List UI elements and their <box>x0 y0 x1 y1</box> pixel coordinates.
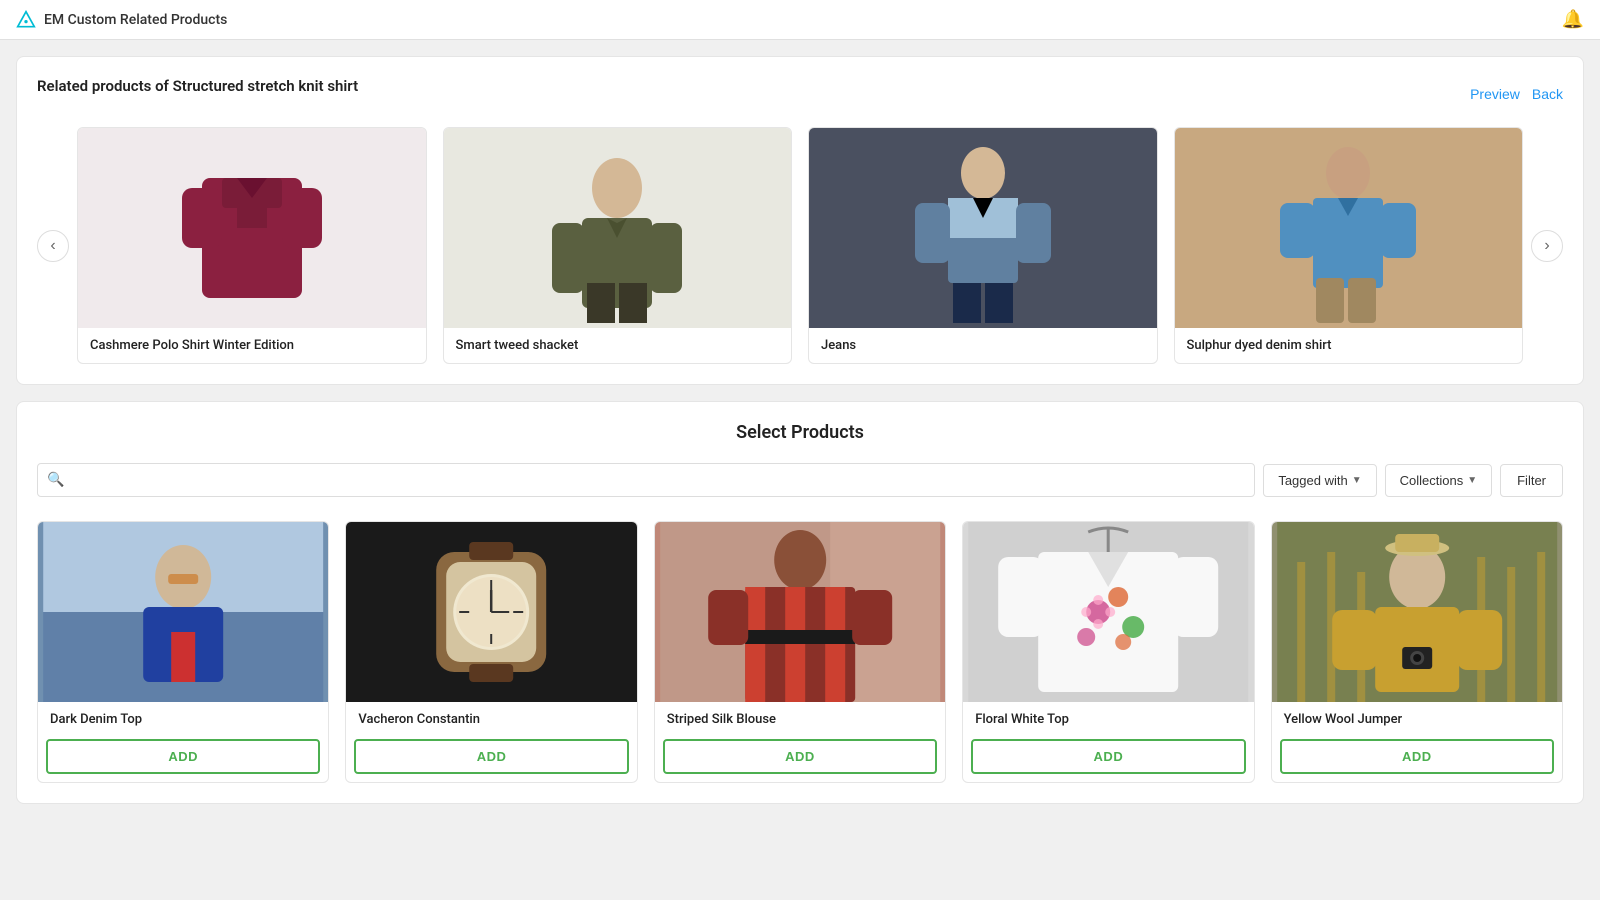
related-products-card: Related products of Structured stretch k… <box>16 56 1584 385</box>
grid-product-card: Yellow Wool Jumper ADD <box>1271 521 1563 783</box>
app-title: EM Custom Related Products <box>44 12 227 28</box>
card-header: Related products of Structured stretch k… <box>37 77 1563 111</box>
search-input[interactable] <box>37 463 1255 497</box>
related-product-image-3 <box>809 128 1157 328</box>
topbar-left: EM Custom Related Products <box>16 10 227 30</box>
grid-product-name-sp1: Dark Denim Top <box>38 702 328 733</box>
filter-button[interactable]: Filter <box>1500 464 1563 497</box>
topbar: EM Custom Related Products 🔔 <box>0 0 1600 40</box>
add-button-sp3[interactable]: ADD <box>663 739 937 774</box>
search-filter-row: 🔍 Tagged with ▼ Collections ▼ Filter <box>37 463 1563 497</box>
product-image-sp3 <box>655 522 945 702</box>
product-illustration-1 <box>162 128 342 328</box>
carousel-next-button[interactable]: › <box>1531 230 1563 262</box>
related-product-name-2: Smart tweed shacket <box>444 328 792 363</box>
grid-product-name-sp2: Vacheron Constantin <box>346 702 636 733</box>
sp1-illustration <box>38 522 328 702</box>
select-products-title: Select Products <box>37 422 1563 443</box>
grid-product-card: Vacheron Constantin ADD <box>345 521 637 783</box>
related-product-card: Cashmere Polo Shirt Winter Edition <box>77 127 427 364</box>
product-illustration-4 <box>1258 128 1438 328</box>
tagged-with-label: Tagged with <box>1278 473 1347 488</box>
related-product-image-4 <box>1175 128 1523 328</box>
product-illustration-3 <box>893 128 1073 328</box>
product-image-sp5 <box>1272 522 1562 702</box>
grid-product-name-sp3: Striped Silk Blouse <box>655 702 945 733</box>
add-button-sp5[interactable]: ADD <box>1280 739 1554 774</box>
related-product-name-4: Sulphur dyed denim shirt <box>1175 328 1523 363</box>
add-button-sp1[interactable]: ADD <box>46 739 320 774</box>
grid-product-name-sp5: Yellow Wool Jumper <box>1272 702 1562 733</box>
related-product-name-1: Cashmere Polo Shirt Winter Edition <box>78 328 426 363</box>
related-product-card: Jeans <box>808 127 1158 364</box>
related-product-name-3: Jeans <box>809 328 1157 363</box>
sp4-illustration <box>963 522 1253 702</box>
add-button-sp4[interactable]: ADD <box>971 739 1245 774</box>
grid-product-name-sp4: Floral White Top <box>963 702 1253 733</box>
product-image-sp1 <box>38 522 328 702</box>
products-grid: Dark Denim Top ADD <box>37 521 1563 783</box>
carousel-track: Cashmere Polo Shirt Winter Edition <box>69 127 1531 364</box>
carousel-prev-button[interactable]: ‹ <box>37 230 69 262</box>
product-illustration-2 <box>527 128 707 328</box>
related-product-image-2 <box>444 128 792 328</box>
sp3-illustration <box>655 522 945 702</box>
tagged-with-button[interactable]: Tagged with ▼ <box>1263 464 1376 497</box>
app-logo-icon <box>16 10 36 30</box>
tagged-with-chevron-icon: ▼ <box>1352 475 1362 486</box>
product-image-sp2 <box>346 522 636 702</box>
search-box: 🔍 <box>37 463 1255 497</box>
carousel-wrapper: ‹ <box>37 127 1563 364</box>
grid-product-card: Dark Denim Top ADD <box>37 521 329 783</box>
sp2-illustration <box>346 522 636 702</box>
card-actions: Preview Back <box>1470 86 1563 102</box>
search-icon: 🔍 <box>47 472 64 488</box>
related-products-title: Related products of Structured stretch k… <box>37 77 358 95</box>
related-product-card: Sulphur dyed denim shirt <box>1174 127 1524 364</box>
product-image-sp4 <box>963 522 1253 702</box>
add-button-sp2[interactable]: ADD <box>354 739 628 774</box>
preview-button[interactable]: Preview <box>1470 86 1520 102</box>
sp5-illustration <box>1272 522 1562 702</box>
collections-chevron-icon: ▼ <box>1467 475 1477 486</box>
grid-product-card: Floral White Top ADD <box>962 521 1254 783</box>
back-button[interactable]: Back <box>1532 86 1563 102</box>
collections-label: Collections <box>1400 473 1464 488</box>
related-product-card: Smart tweed shacket <box>443 127 793 364</box>
grid-product-card: Striped Silk Blouse ADD <box>654 521 946 783</box>
main-content: Related products of Structured stretch k… <box>0 40 1600 820</box>
related-product-image-1 <box>78 128 426 328</box>
notification-icon[interactable]: 🔔 <box>1562 9 1584 30</box>
collections-button[interactable]: Collections ▼ <box>1385 464 1493 497</box>
select-products-card: Select Products 🔍 Tagged with ▼ Collecti… <box>16 401 1584 804</box>
